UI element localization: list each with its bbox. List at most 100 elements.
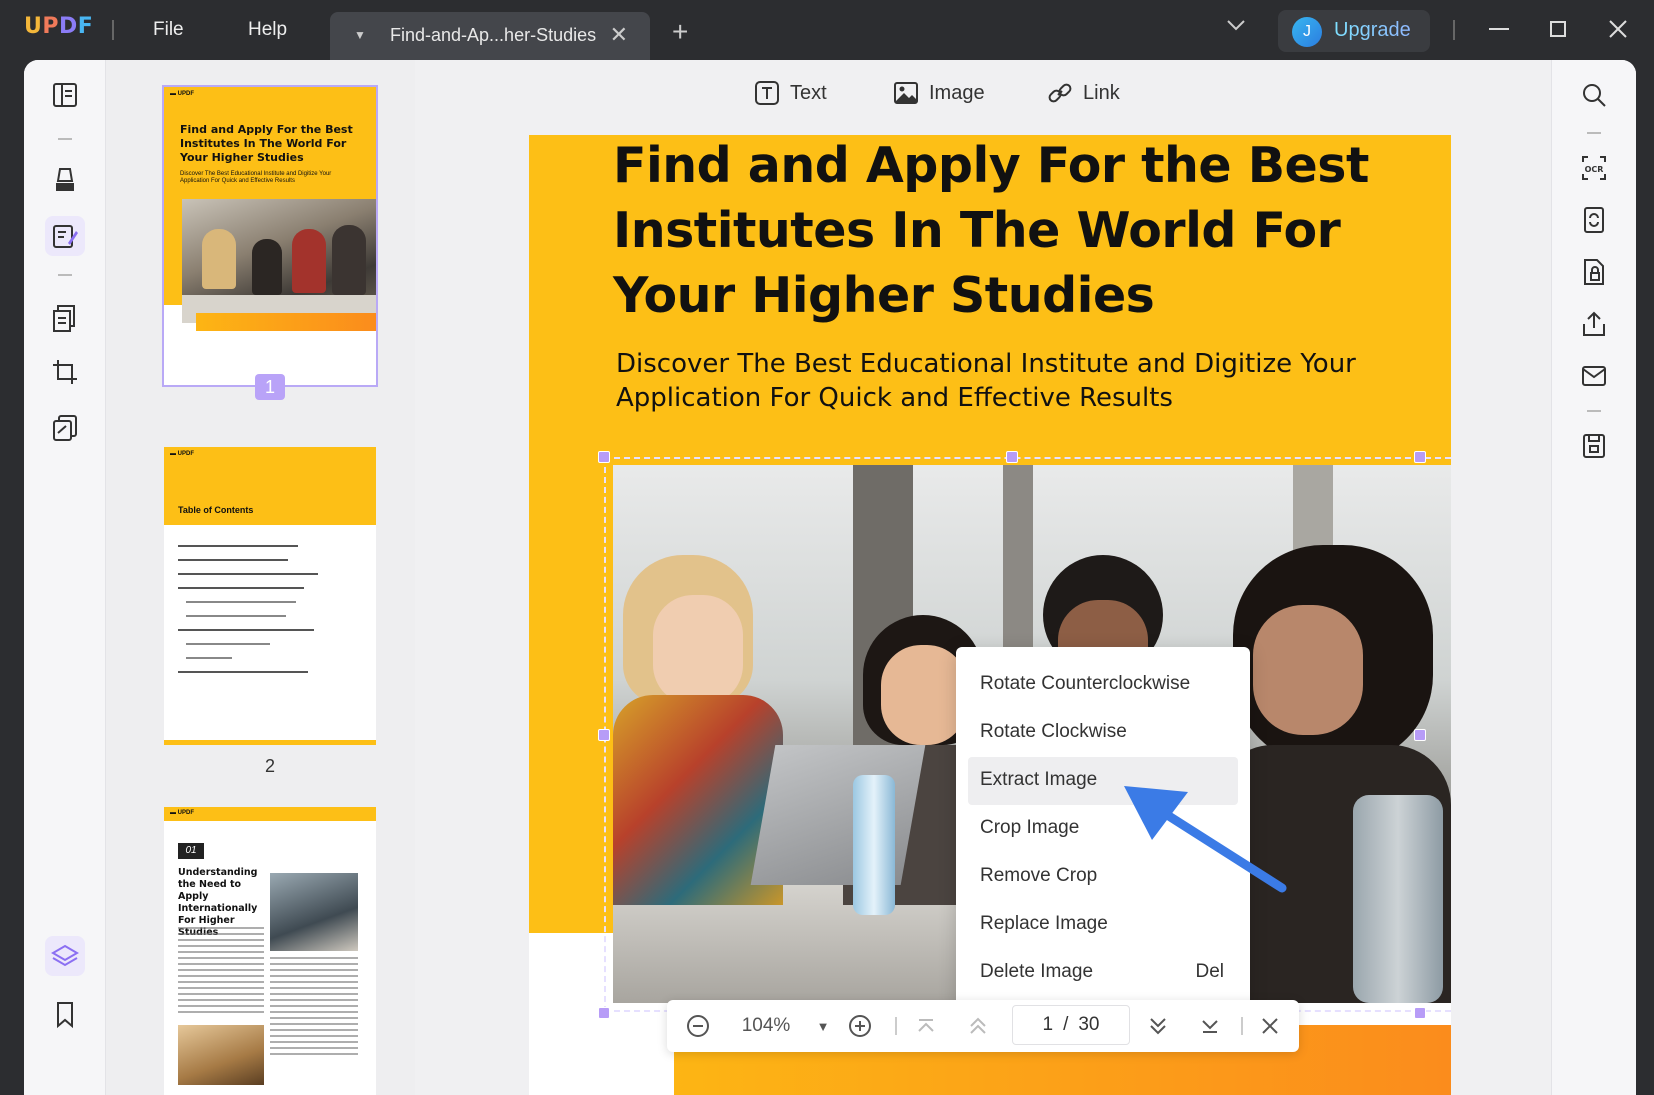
close-window-icon[interactable]: [1603, 14, 1633, 44]
save-icon[interactable]: [1574, 426, 1614, 466]
tab-close-icon[interactable]: ✕: [610, 22, 628, 48]
thumb-heading: Table of Contents: [178, 505, 254, 515]
left-toolbar: [24, 60, 106, 1095]
page-separator: /: [1063, 1014, 1069, 1035]
edit-pdf-icon[interactable]: [45, 216, 85, 256]
updf-logo: UPDF: [24, 14, 94, 39]
main-window: ▬ UPDF Find and Apply For the Best Insti…: [24, 60, 1636, 1095]
menu-item-label: Extract Image: [980, 769, 1098, 790]
reader-mode-icon[interactable]: [45, 75, 85, 115]
zoom-out-icon[interactable]: [683, 1011, 713, 1041]
pointer-arrow-icon: [1124, 786, 1287, 893]
minimize-icon[interactable]: [1484, 14, 1514, 44]
layers-icon[interactable]: [45, 936, 85, 976]
toc-lines: [178, 535, 362, 673]
tab-list-chevron-icon[interactable]: [1225, 14, 1247, 36]
total-pages: 30: [1078, 1014, 1100, 1035]
protect-icon[interactable]: [1574, 252, 1614, 292]
bookmark-icon[interactable]: [45, 994, 85, 1034]
first-page-icon[interactable]: [913, 1011, 939, 1041]
zoom-in-icon[interactable]: [845, 1011, 875, 1041]
menu-replace-image[interactable]: Replace Image: [968, 901, 1238, 949]
thumb-subtitle: Discover The Best Educational Institute …: [180, 171, 332, 184]
page-number-2: 2: [264, 756, 275, 776]
crop-pages-icon[interactable]: [45, 352, 85, 392]
nav-divider: [895, 1017, 897, 1035]
thumb-title: Find and Apply For the Best Institutes I…: [180, 123, 353, 164]
menu-item-label: Delete Image: [980, 961, 1094, 982]
next-page-icon[interactable]: [1145, 1011, 1171, 1041]
convert-pdf-icon[interactable]: [45, 408, 85, 448]
ocr-icon[interactable]: OCR: [1574, 148, 1614, 188]
comment-highlighter-icon[interactable]: [45, 160, 85, 200]
page-number-input[interactable]: 1 / 30: [1012, 1005, 1130, 1045]
delete-shortcut: Del: [1195, 961, 1224, 982]
rail-divider: [1587, 132, 1601, 134]
menu-rotate-clockwise[interactable]: Rotate Clockwise: [968, 709, 1238, 757]
previous-page-icon[interactable]: [965, 1011, 991, 1041]
share-icon[interactable]: [1574, 304, 1614, 344]
page-number-1: 1: [255, 374, 285, 400]
page-thumbnail-3[interactable]: ▬ UPDF 01 Understanding the Need to Appl…: [164, 807, 376, 1095]
last-page-icon[interactable]: [1197, 1011, 1223, 1041]
thumb-photo: [178, 1025, 264, 1085]
svg-text:OCR: OCR: [1585, 165, 1604, 174]
thumb-photo: [270, 873, 358, 951]
menu-delete-image[interactable]: Delete Image Del: [968, 949, 1238, 997]
email-icon[interactable]: [1574, 356, 1614, 396]
menu-item-label: Replace Image: [980, 913, 1108, 934]
convert-icon[interactable]: [1574, 200, 1614, 240]
zoom-level[interactable]: 104%: [731, 1011, 801, 1041]
resize-handle[interactable]: [598, 1007, 610, 1019]
zoom-dropdown-icon[interactable]: ▼: [813, 1011, 833, 1041]
thumb-body-text: [178, 927, 264, 1017]
page-title[interactable]: Find and Apply For the Best Institutes I…: [613, 135, 1373, 328]
maximize-icon[interactable]: [1543, 14, 1573, 44]
tab-title: Find-and-Ap...her-Studies: [390, 25, 597, 45]
resize-handle[interactable]: [1414, 1007, 1426, 1019]
resize-handle[interactable]: [598, 729, 610, 741]
title-divider: [1453, 20, 1455, 40]
rail-divider: [1587, 410, 1601, 412]
menu-item-label: Crop Image: [980, 817, 1080, 838]
text-tool-label: Text: [790, 81, 827, 104]
resize-handle[interactable]: [1006, 451, 1018, 463]
title-bar: UPDF File Help ▼ Find-and-Ap...her-Studi…: [0, 0, 1654, 60]
menu-item-label: Rotate Clockwise: [980, 721, 1127, 742]
thumb-photo: [182, 199, 376, 323]
menu-rotate-counterclockwise[interactable]: Rotate Counterclockwise: [968, 661, 1238, 709]
link-tool-label: Link: [1083, 81, 1120, 104]
menu-item-label: Remove Crop: [980, 865, 1098, 886]
image-tool-label: Image: [929, 81, 985, 104]
close-navbar-icon[interactable]: [1257, 1011, 1283, 1041]
menu-file[interactable]: File: [153, 19, 184, 41]
page-subtitle[interactable]: Discover The Best Educational Institute …: [616, 347, 1376, 415]
add-text-button[interactable]: Text: [754, 80, 827, 106]
chapter-badge: 01: [178, 843, 204, 859]
document-tab[interactable]: ▼ Find-and-Ap...her-Studies ✕: [330, 12, 650, 60]
menu-help[interactable]: Help: [248, 19, 287, 41]
organize-pages-icon[interactable]: [45, 298, 85, 338]
upgrade-label: Upgrade: [1334, 19, 1411, 41]
tab-dropdown-icon[interactable]: ▼: [354, 28, 366, 42]
zoom-navigation-bar: 104% ▼ 1 / 30: [667, 1000, 1299, 1052]
right-toolbar: OCR: [1551, 60, 1636, 1095]
add-image-button[interactable]: Image: [893, 80, 985, 106]
current-page: 1: [1042, 1014, 1054, 1035]
resize-handle[interactable]: [1414, 729, 1426, 741]
search-icon[interactable]: [1574, 75, 1614, 115]
resize-handle[interactable]: [1414, 451, 1426, 463]
nav-divider: [1241, 1017, 1243, 1035]
new-tab-icon[interactable]: +: [672, 18, 688, 46]
rail-divider: [58, 138, 72, 140]
page-thumbnail-1[interactable]: ▬ UPDF Find and Apply For the Best Insti…: [162, 85, 378, 387]
page-thumbnail-2[interactable]: ▬ UPDF Table of Contents: [164, 447, 376, 745]
link-icon: [1048, 83, 1072, 103]
upgrade-button[interactable]: J Upgrade: [1278, 10, 1430, 52]
add-link-button[interactable]: Link: [1047, 80, 1120, 106]
resize-handle[interactable]: [598, 451, 610, 463]
avatar: J: [1292, 17, 1322, 47]
text-icon: [755, 81, 779, 105]
title-divider: [112, 20, 114, 40]
thumb-body-text: [270, 957, 358, 1057]
